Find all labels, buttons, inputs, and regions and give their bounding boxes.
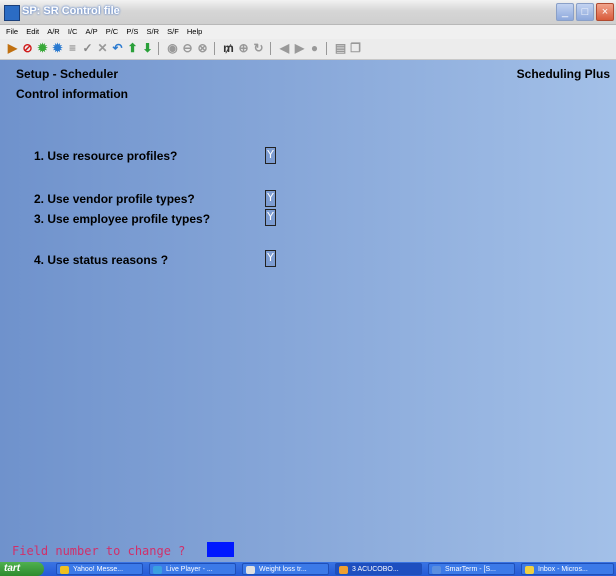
gear-icon[interactable]: ✹	[36, 42, 49, 55]
screen-content	[0, 60, 616, 562]
menu-sr[interactable]: S/R	[147, 25, 160, 39]
toolbar: ▶ ⊘ ✹ ✹ ≡ ✓ ✕ ↶ ⬆ ⬇ ◉ ⊖ ⊗ ₥ ⊕ ↻ ◀ ▶ ● ▤ …	[0, 39, 616, 60]
refresh-icon[interactable]: ↻	[252, 42, 265, 55]
toolbar-separator	[326, 42, 327, 55]
yahoo-messenger-icon	[60, 566, 69, 574]
copy-icon[interactable]: ❐	[349, 42, 362, 55]
check-icon[interactable]: ✓	[81, 42, 94, 55]
taskbar-item[interactable]: Live Player - ...	[149, 563, 236, 575]
field-number-input[interactable]	[207, 542, 234, 557]
toolbar-separator	[270, 42, 271, 55]
browser-icon	[153, 566, 162, 574]
field-input-3[interactable]: Y	[265, 209, 276, 226]
binoculars-icon[interactable]: ₥	[222, 42, 235, 55]
minus-circle-icon[interactable]: ⊖	[181, 42, 194, 55]
menu-ap[interactable]: A/P	[86, 25, 98, 39]
window-controls: _ □ ×	[556, 3, 614, 21]
taskbar-item[interactable]: 3 ACUCOBO...	[335, 563, 422, 575]
toolbar-separator	[158, 42, 159, 55]
taskbar-item[interactable]: SmarTerm - [S...	[428, 563, 515, 575]
field-label-1: 1. Use resource profiles?	[34, 149, 178, 163]
module-name: Scheduling Plus	[516, 67, 610, 81]
folder-group-icon	[339, 566, 348, 574]
menu-sf[interactable]: S/F	[167, 25, 179, 39]
menu-file[interactable]: File	[6, 25, 18, 39]
screen-subtitle: Control information	[16, 87, 128, 101]
menu-bar: File Edit A/R I/C A/P P/C P/S S/R S/F He…	[0, 25, 616, 39]
field-input-1[interactable]: Y	[265, 147, 276, 164]
menu-ar[interactable]: A/R	[47, 25, 60, 39]
smarterm-icon	[432, 566, 441, 574]
menu-help[interactable]: Help	[187, 25, 202, 39]
arrow-down-icon[interactable]: ⬇	[141, 42, 154, 55]
menu-pc[interactable]: P/C	[106, 25, 119, 39]
taskbar-item[interactable]: Weight loss tr...	[242, 563, 329, 575]
screen-title: Setup - Scheduler	[16, 67, 119, 81]
list-icon[interactable]: ≡	[66, 42, 79, 55]
toolbar-separator	[214, 42, 215, 55]
undo-icon[interactable]: ↶	[111, 42, 124, 55]
field-label-2: 2. Use vendor profile types?	[34, 192, 195, 206]
app-icon	[4, 5, 20, 21]
field-label-4: 4. Use status reasons ?	[34, 253, 169, 267]
excel-icon	[246, 566, 255, 574]
field-label-3: 3. Use employee profile types?	[34, 212, 211, 226]
field-input-2[interactable]: Y	[265, 190, 276, 207]
document-icon[interactable]: ▤	[334, 42, 347, 55]
cancel-circle-icon[interactable]: ⊗	[196, 42, 209, 55]
delete-icon[interactable]: ✕	[96, 42, 109, 55]
previous-icon[interactable]: ◀	[278, 42, 291, 55]
field-change-prompt: Field number to change ?	[12, 544, 186, 558]
taskbar-item[interactable]: Inbox - Micros...	[521, 563, 614, 575]
close-button[interactable]: ×	[596, 3, 614, 21]
menu-edit[interactable]: Edit	[26, 25, 39, 39]
window-title: SP: SR Control file	[22, 5, 120, 17]
run-icon[interactable]: ▶	[6, 42, 19, 55]
start-button[interactable]: tart	[0, 562, 44, 576]
minimize-button[interactable]: _	[556, 3, 574, 21]
next-icon[interactable]: ▶	[293, 42, 306, 55]
settings-icon[interactable]: ✹	[51, 42, 64, 55]
record-icon[interactable]: ●	[308, 42, 321, 55]
taskbar-item[interactable]: Yahoo! Messe...	[56, 563, 143, 575]
menu-ic[interactable]: I/C	[68, 25, 78, 39]
circle-icon[interactable]: ◉	[166, 42, 179, 55]
field-input-4[interactable]: Y	[265, 250, 276, 267]
arrow-up-icon[interactable]: ⬆	[126, 42, 139, 55]
menu-ps[interactable]: P/S	[126, 25, 138, 39]
stop-icon[interactable]: ⊘	[21, 42, 34, 55]
taskbar: tart Yahoo! Messe... Live Player - ... W…	[0, 562, 616, 576]
outlook-icon	[525, 566, 534, 574]
maximize-button[interactable]: □	[576, 3, 594, 21]
zoom-icon[interactable]: ⊕	[237, 42, 250, 55]
title-bar[interactable]: SP: SR Control file _ □ ×	[0, 0, 616, 25]
